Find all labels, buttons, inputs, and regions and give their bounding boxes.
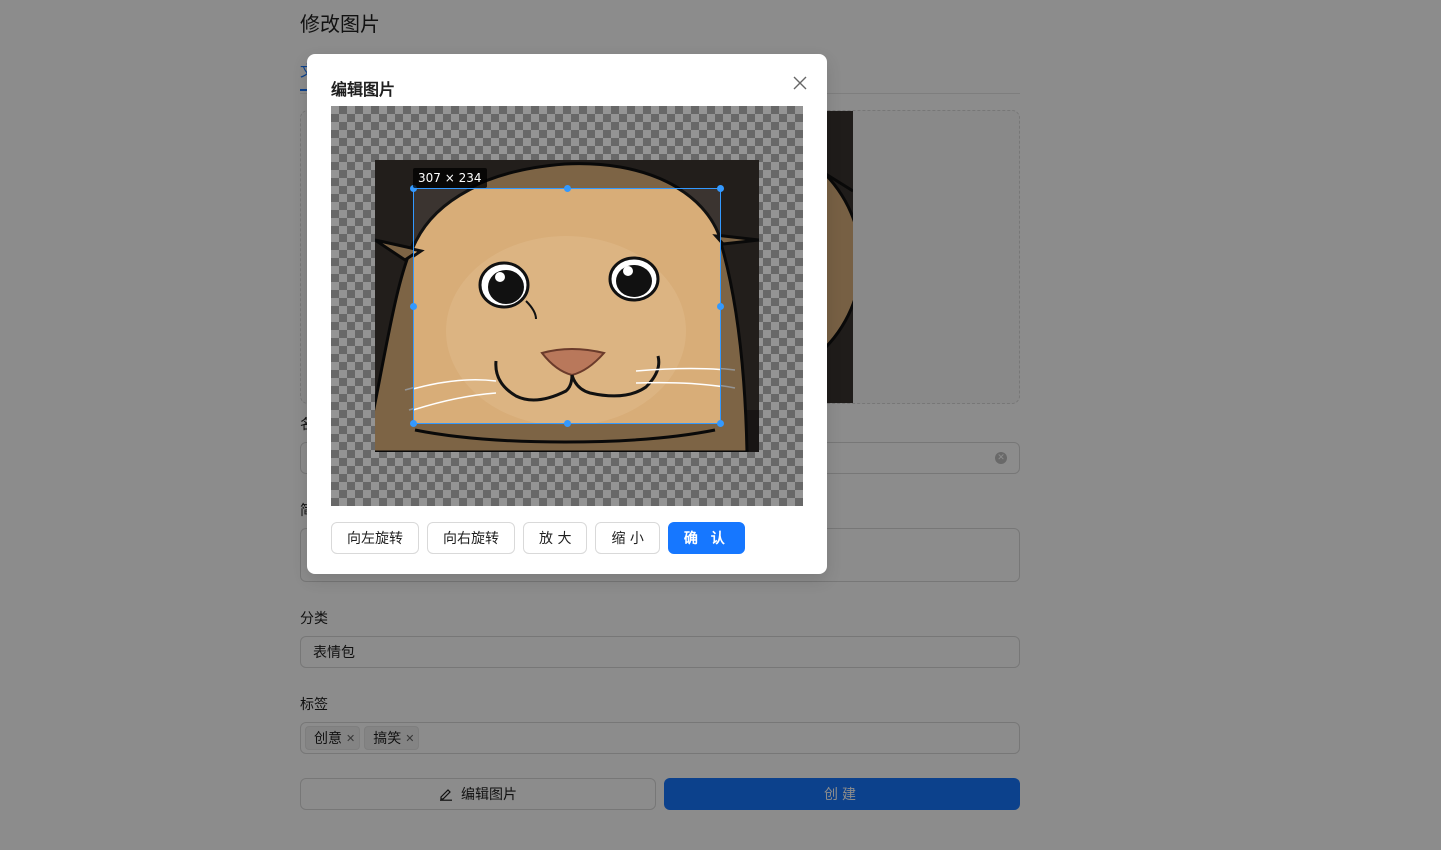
crop-size-badge: 307 × 234: [413, 168, 487, 188]
crop-handle-sw[interactable]: [410, 420, 417, 427]
close-button[interactable]: [789, 72, 811, 94]
image-cropper[interactable]: 307 × 234: [331, 106, 803, 506]
cropper-toolbar: 向左旋转 向右旋转 放 大 缩 小 确 认: [331, 522, 745, 554]
close-icon: [793, 76, 807, 90]
crop-handle-s[interactable]: [564, 420, 571, 427]
crop-selection-preview: [414, 189, 720, 423]
crop-handle-w[interactable]: [410, 303, 417, 310]
edit-image-modal: 编辑图片 307 × 234 向左旋转 向右旋转 放 大 缩 小 确 认: [307, 54, 827, 574]
crop-selection[interactable]: [410, 185, 724, 427]
zoom-out-button[interactable]: 缩 小: [595, 522, 660, 554]
modal-title: 编辑图片: [331, 80, 396, 99]
crop-handle-ne[interactable]: [717, 185, 724, 192]
rotate-right-button[interactable]: 向右旋转: [427, 522, 515, 554]
crop-handle-e[interactable]: [717, 303, 724, 310]
crop-handle-se[interactable]: [717, 420, 724, 427]
zoom-in-button[interactable]: 放 大: [523, 522, 588, 554]
rotate-left-button[interactable]: 向左旋转: [331, 522, 419, 554]
cat-image-crop: [414, 189, 720, 423]
confirm-button[interactable]: 确 认: [667, 522, 745, 554]
crop-handle-n[interactable]: [564, 185, 571, 192]
